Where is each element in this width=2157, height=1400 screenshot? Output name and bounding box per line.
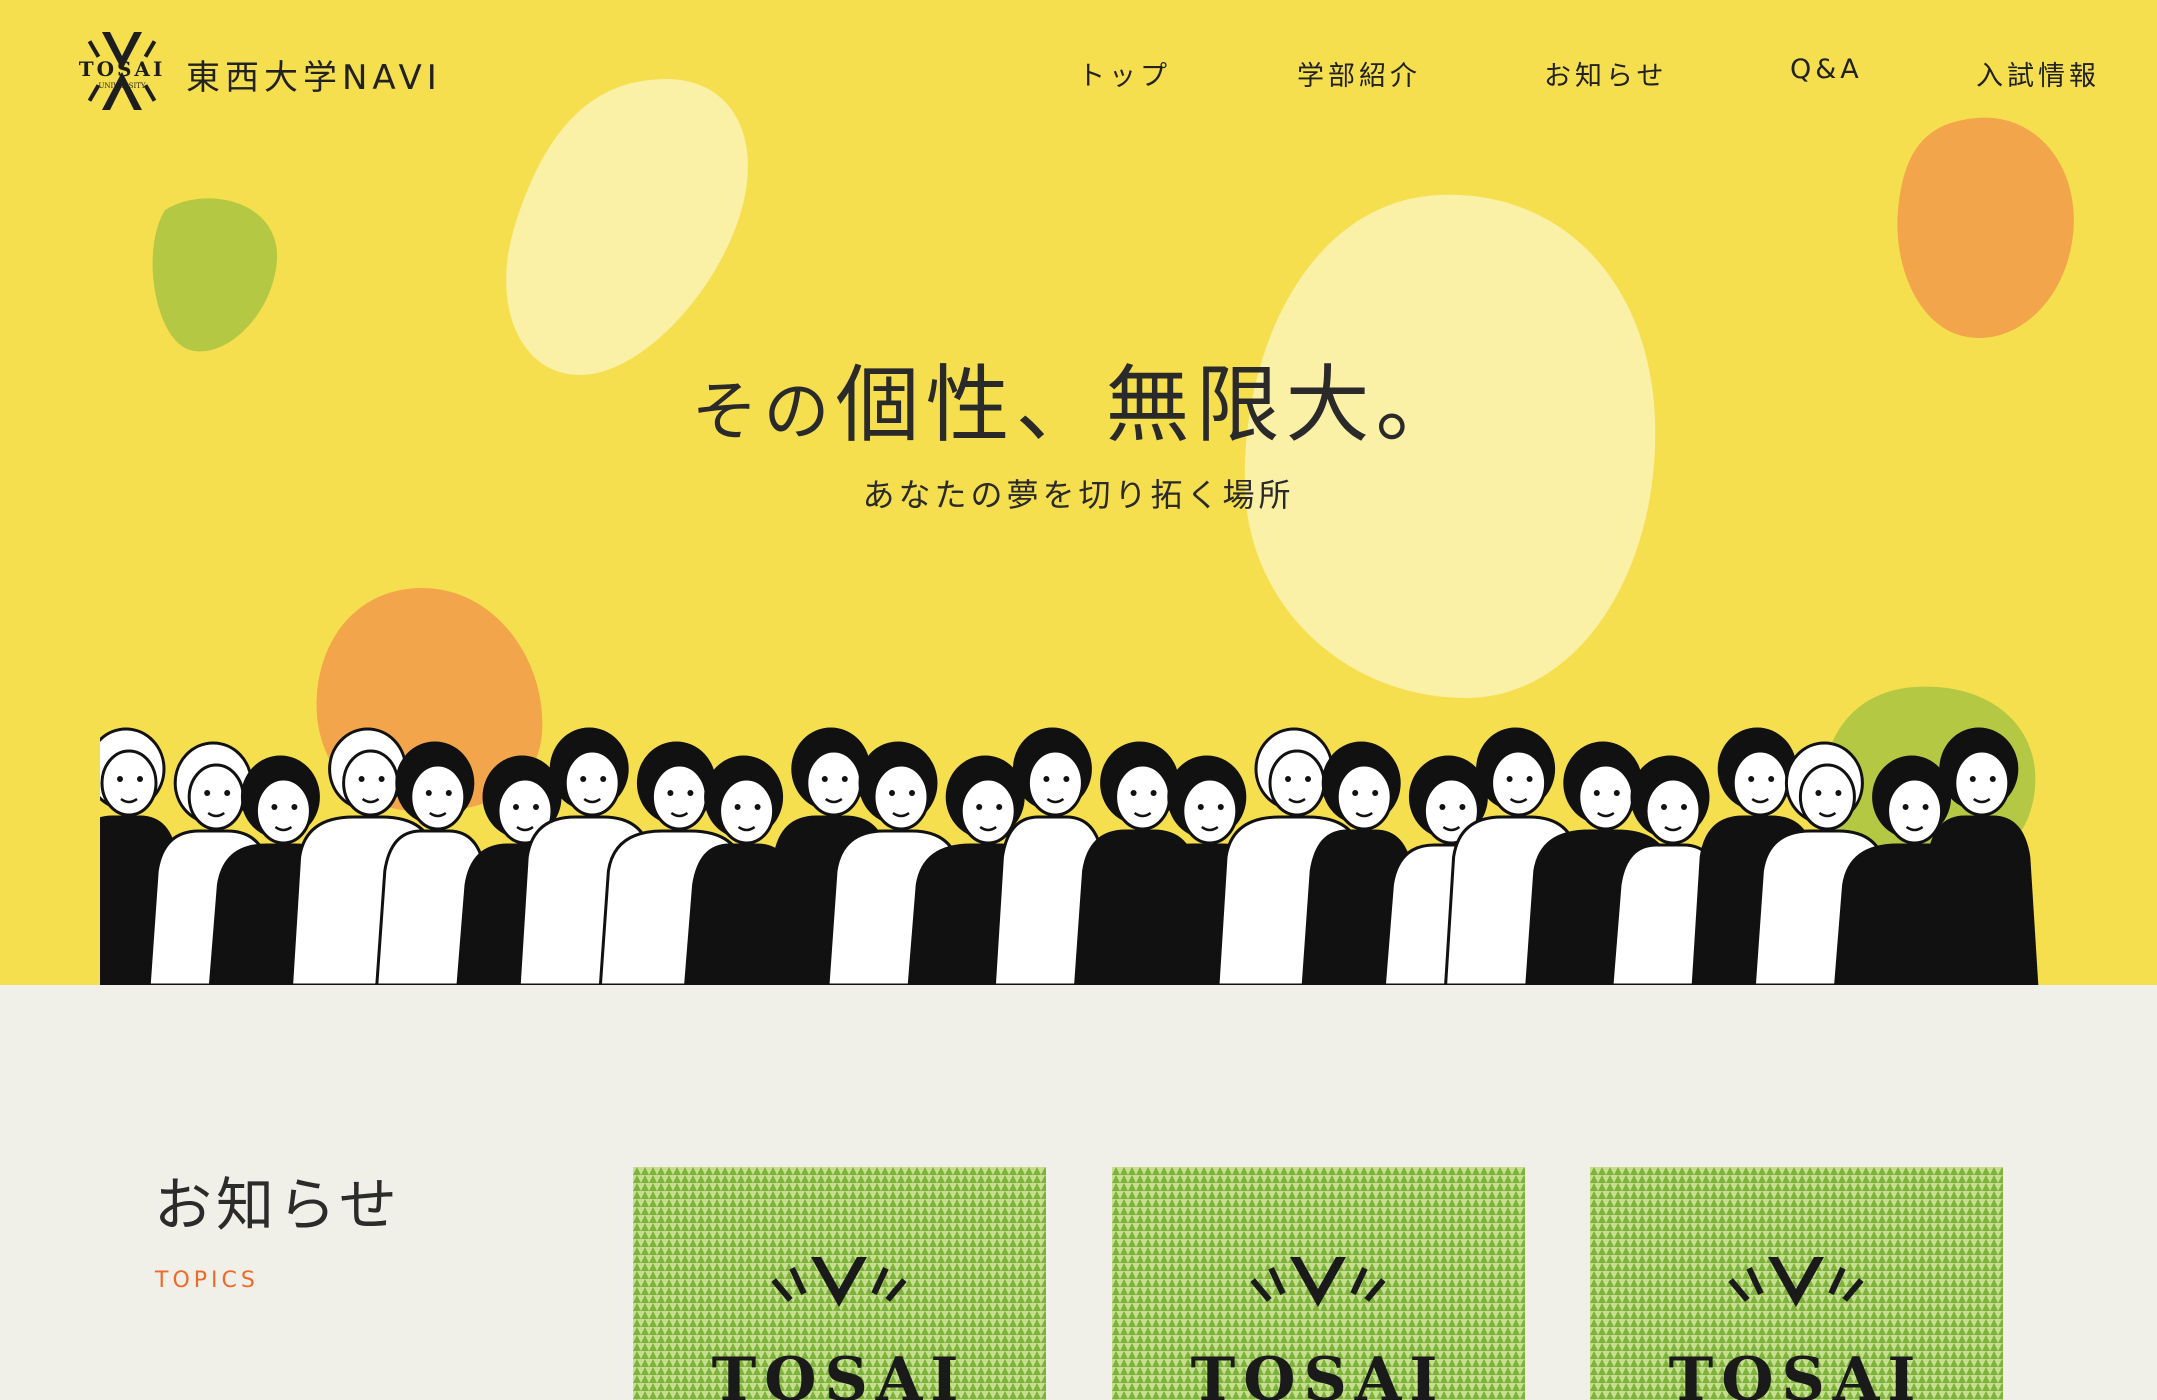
decorative-blob-orange-right [1897,117,2074,339]
nav-item-top[interactable]: トップ [1078,54,1171,93]
topic-card-3[interactable]: TOSAI [1590,1167,2003,1400]
nav-item-qa[interactable]: Q&A [1790,54,1863,85]
main-nav: トップ 学部紹介 お知らせ Q&A 入試情報 [0,54,2157,94]
nav-item-faculties[interactable]: 学部紹介 [1297,54,1421,93]
card-logo-text: TOSAI [1191,1345,1446,1400]
topic-card-2[interactable]: TOSAI [1112,1167,1525,1400]
hero-headline-main: 個性、無限大。 [835,356,1466,454]
decorative-blob-cream-top [506,78,748,375]
card-logo-text: TOSAI [712,1345,967,1400]
hero-headline-prefix: その [691,373,836,450]
topics-subtitle: TOPICS [155,1268,259,1293]
card-logo-text: TOSAI [1669,1345,1924,1400]
hero-headline: その個性、無限大。 [0,338,2157,459]
topics-title: お知らせ [154,1171,401,1239]
hero-section: TOSAI UNIVERSITY 東西大学NAVI トップ 学部紹介 お知らせ … [0,0,2157,985]
crowd-illustration [100,727,2039,985]
hero-subline: あなたの夢を切り拓く場所 [862,476,1295,514]
decorative-blob-green-left [152,198,278,352]
nav-item-news[interactable]: お知らせ [1544,54,1667,93]
nav-item-admissions[interactable]: 入試情報 [1976,54,2100,93]
topic-card-1[interactable]: TOSAI [633,1167,1046,1400]
